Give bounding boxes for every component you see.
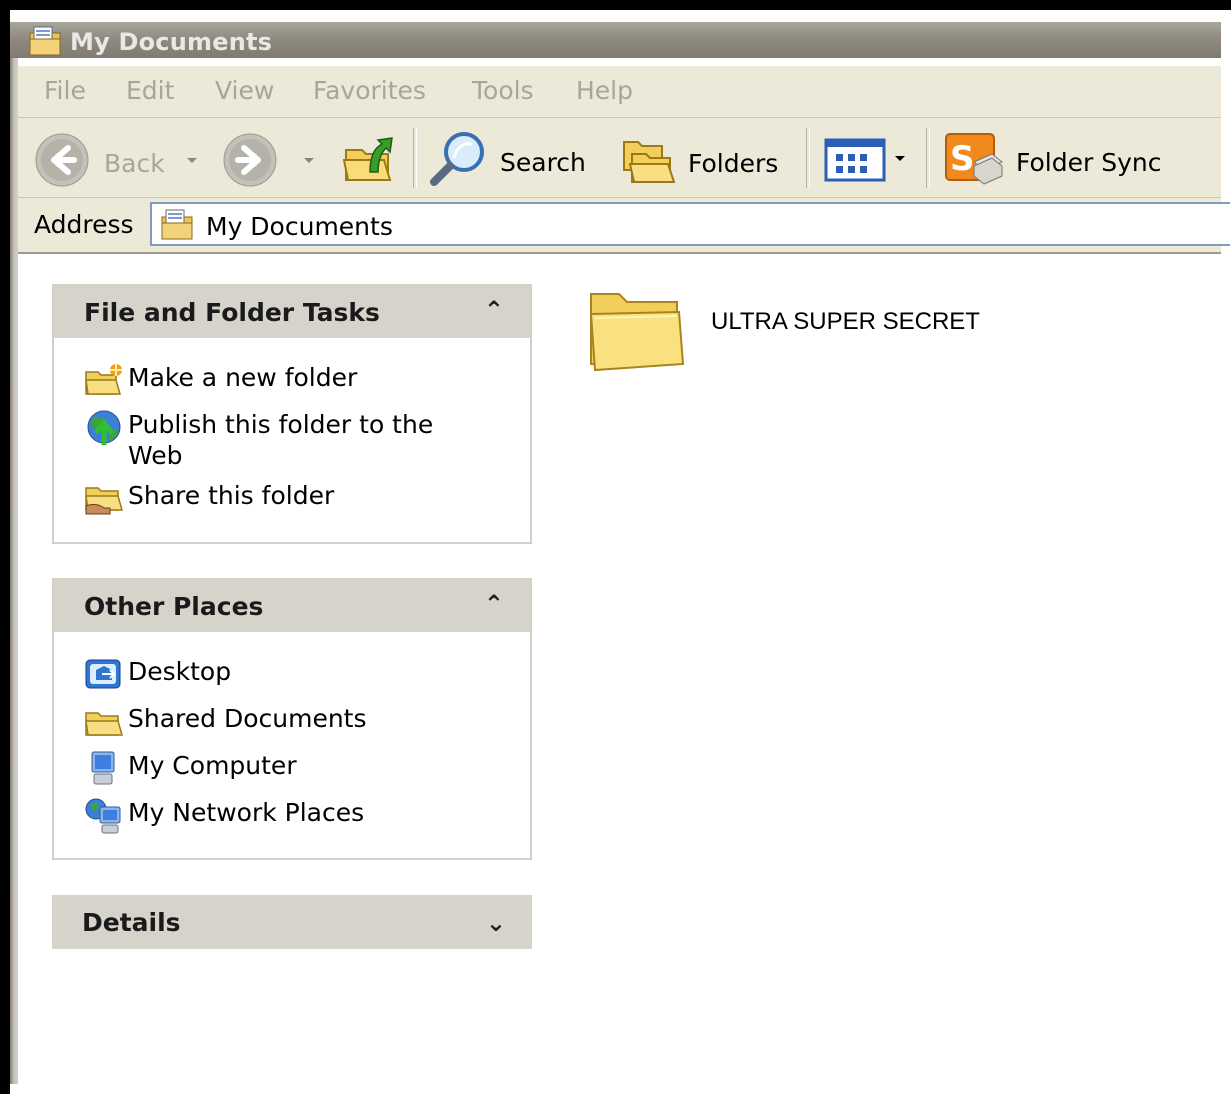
menu-view[interactable]: View xyxy=(215,76,274,105)
menu-tools[interactable]: Tools xyxy=(472,76,534,105)
task-label: Share this folder xyxy=(128,481,335,510)
address-my-documents-icon xyxy=(158,207,198,245)
title-bar[interactable]: My Documents xyxy=(10,22,1221,58)
window-left-border xyxy=(10,58,18,1084)
forward-button[interactable] xyxy=(222,132,278,194)
my-computer-icon xyxy=(84,750,128,788)
search-magnifier-icon xyxy=(428,130,488,194)
toolbar: Back Search Folders S Folder Sync xyxy=(18,118,1221,198)
details-panel: Details ⌄ xyxy=(52,895,532,949)
toolbar-separator xyxy=(926,128,930,188)
folder-icon xyxy=(585,284,685,378)
back-label: Back xyxy=(104,148,165,178)
search-button[interactable]: Search xyxy=(428,130,586,194)
place-my-computer[interactable]: My Computer xyxy=(84,750,458,788)
address-value: My Documents xyxy=(206,212,393,241)
folders-label: Folders xyxy=(688,148,779,178)
other-places-header[interactable]: Other Places ⌃ xyxy=(54,580,530,632)
back-button[interactable]: Back xyxy=(34,132,165,194)
share-folder-icon xyxy=(84,480,128,518)
address-label: Address xyxy=(34,210,134,239)
window-title: My Documents xyxy=(70,28,273,56)
menu-file[interactable]: File xyxy=(44,76,86,105)
network-places-icon xyxy=(84,797,128,835)
menu-help[interactable]: Help xyxy=(576,76,633,105)
forward-arrow-icon xyxy=(222,132,278,194)
place-shared-documents[interactable]: Shared Documents xyxy=(84,703,458,741)
place-desktop[interactable]: Desktop xyxy=(84,656,458,694)
folder-sync-label: Folder Sync xyxy=(1016,147,1162,177)
address-input[interactable]: My Documents xyxy=(150,202,1230,246)
other-places-panel: Other Places ⌃ Desktop Shared Documents xyxy=(52,578,532,860)
toolbar-separator xyxy=(806,128,810,188)
task-make-new-folder[interactable]: Make a new folder xyxy=(84,362,458,400)
my-documents-icon xyxy=(26,25,66,61)
panel-title: Other Places xyxy=(84,592,264,621)
address-bar: Address My Documents xyxy=(18,198,1230,254)
task-label: Make a new folder xyxy=(128,363,358,392)
views-button[interactable] xyxy=(824,138,888,188)
views-icon xyxy=(824,138,888,188)
place-label: My Computer xyxy=(128,751,297,780)
expand-chevron-icon[interactable]: ⌄ xyxy=(486,909,506,937)
collapse-chevron-icon[interactable]: ⌃ xyxy=(484,296,504,324)
menu-edit[interactable]: Edit xyxy=(126,76,174,105)
task-label: Publish this folder to the Web xyxy=(128,410,434,470)
task-publish-folder-web[interactable]: Publish this folder to the Web xyxy=(84,409,458,471)
place-label: My Network Places xyxy=(128,798,365,827)
folder-sync-button[interactable]: S Folder Sync xyxy=(944,132,1161,192)
file-folder-tasks-panel: File and Folder Tasks ⌃ Make a new folde… xyxy=(52,284,532,544)
svg-text:S: S xyxy=(950,139,975,179)
back-arrow-icon xyxy=(34,132,90,194)
panel-title: File and Folder Tasks xyxy=(84,298,380,327)
file-folder-tasks-header[interactable]: File and Folder Tasks ⌃ xyxy=(54,286,530,338)
folders-button[interactable]: Folders xyxy=(618,132,778,194)
shared-documents-folder-icon xyxy=(84,703,128,741)
menu-bar: File Edit View Favorites Tools Help xyxy=(18,66,1221,118)
details-header[interactable]: Details ⌄ xyxy=(52,895,532,949)
publish-web-icon xyxy=(84,409,128,447)
place-label: Shared Documents xyxy=(128,704,367,733)
up-folder-icon xyxy=(340,130,396,192)
folder-name[interactable]: ULTRA SUPER SECRET xyxy=(711,308,980,336)
back-dropdown-arrow[interactable] xyxy=(187,158,197,163)
search-label: Search xyxy=(500,147,586,177)
folders-icon xyxy=(618,132,676,194)
desktop-icon xyxy=(84,656,128,694)
menu-favorites[interactable]: Favorites xyxy=(313,76,426,105)
place-my-network-places[interactable]: My Network Places xyxy=(84,797,458,835)
forward-dropdown-arrow[interactable] xyxy=(304,158,314,163)
toolbar-separator xyxy=(413,128,417,188)
folder-sync-icon: S xyxy=(944,132,1004,192)
views-dropdown-arrow[interactable] xyxy=(895,156,905,161)
place-label: Desktop xyxy=(128,657,232,686)
folder-ultra-super-secret[interactable] xyxy=(585,284,685,378)
panel-title: Details xyxy=(82,908,181,937)
collapse-chevron-icon[interactable]: ⌃ xyxy=(484,590,504,618)
task-share-folder[interactable]: Share this folder xyxy=(84,480,458,518)
up-button[interactable] xyxy=(340,130,396,192)
new-folder-icon xyxy=(84,362,128,400)
